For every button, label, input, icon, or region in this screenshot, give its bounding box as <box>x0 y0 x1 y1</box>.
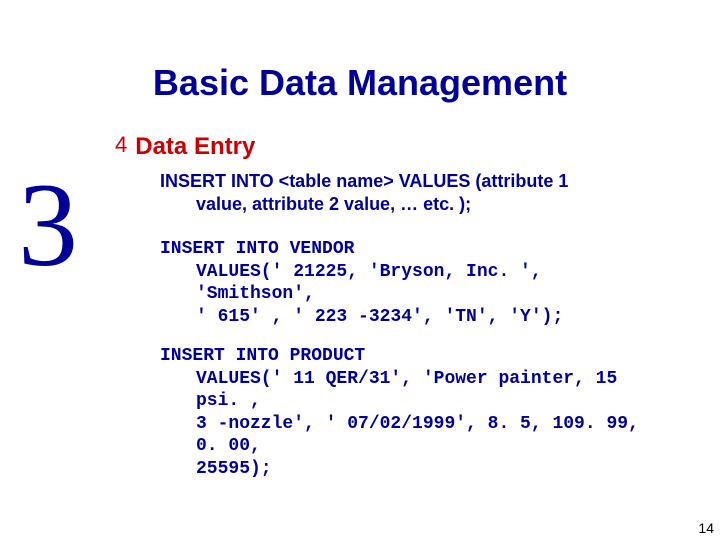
slide: Basic Data Management 3 4 Data Entry INS… <box>0 0 720 540</box>
bullet-item: 4 Data Entry <box>115 133 255 161</box>
code-line: INSERT INTO VENDOR <box>160 239 354 259</box>
chapter-number: 3 <box>18 165 78 285</box>
syntax-line-1: INSERT INTO <table name> VALUES (attribu… <box>160 171 568 191</box>
code-line: VALUES(' 11 QER/31', 'Power painter, 15 … <box>160 368 670 413</box>
syntax-line-2: value, attribute 2 value, … etc. ); <box>160 193 670 216</box>
bullet-icon: 4 <box>115 133 127 157</box>
code-line: VALUES(' 21225, 'Bryson, Inc. ', 'Smiths… <box>160 261 670 306</box>
code-example-product: INSERT INTO PRODUCT VALUES(' 11 QER/31',… <box>160 345 670 480</box>
code-line: INSERT INTO PRODUCT <box>160 346 365 366</box>
page-number: 14 <box>698 520 714 536</box>
bullet-label: Data Entry <box>135 133 255 161</box>
code-line: ' 615' , ' 223 -3234', 'TN', 'Y'); <box>160 306 670 329</box>
code-line: 25595); <box>160 458 670 481</box>
code-line: 3 -nozzle', ' 07/02/1999', 8. 5, 109. 99… <box>160 413 670 458</box>
code-example-vendor: INSERT INTO VENDOR VALUES(' 21225, 'Brys… <box>160 238 670 328</box>
slide-title: Basic Data Management <box>0 62 720 104</box>
syntax-description: INSERT INTO <table name> VALUES (attribu… <box>160 170 670 215</box>
